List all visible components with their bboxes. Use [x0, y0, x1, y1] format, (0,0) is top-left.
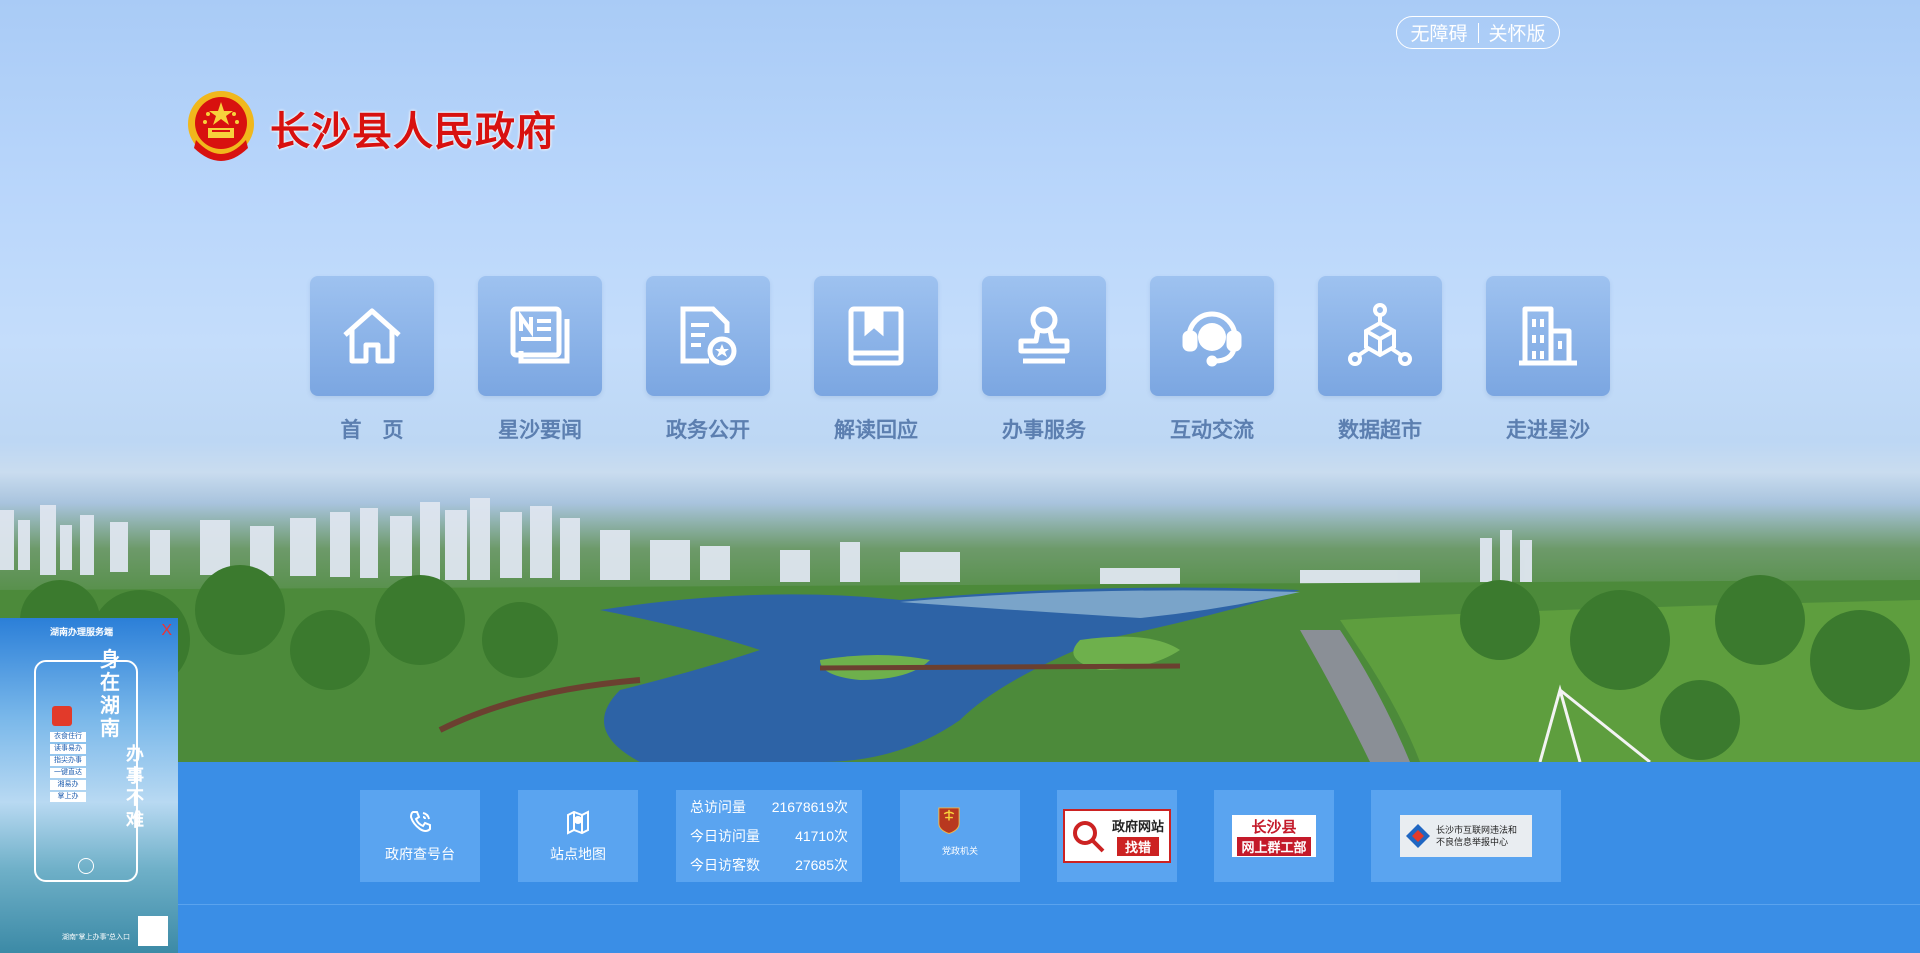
- nav-tile: [1150, 276, 1274, 396]
- error-report-line1: 政府网站: [1111, 819, 1164, 834]
- promo-header: 湖南办理服务端: [50, 627, 114, 637]
- hotline-link[interactable]: 政府查号台: [360, 790, 480, 882]
- sitemap-label: 站点地图: [550, 846, 606, 862]
- party-badge-label: 党政机关: [941, 846, 978, 856]
- nav-tile: [982, 276, 1106, 396]
- report-center-line1: 长沙市互联网违法和: [1436, 825, 1518, 835]
- map-pin-icon: [567, 810, 589, 835]
- sitemap-link[interactable]: 站点地图: [518, 790, 638, 882]
- magnifier-icon: [1073, 821, 1105, 853]
- error-report-banner: 政府网站 找错: [1063, 809, 1171, 863]
- error-report-link[interactable]: 政府网站 找错: [1057, 790, 1177, 882]
- report-center-banner: 长沙市互联网违法和 不良信息举报中心: [1400, 815, 1532, 857]
- nav-label: 政务公开: [666, 419, 750, 442]
- nav-label: 办事服务: [1002, 419, 1086, 442]
- nav-label: 走进星沙: [1506, 419, 1590, 442]
- phone-icon: [409, 811, 431, 832]
- nav-tile: [646, 276, 770, 396]
- nav-item-news[interactable]: 星沙要闻: [478, 276, 602, 444]
- nav-item-data-market[interactable]: 数据超市: [1318, 276, 1442, 444]
- main-navigation: 首 页 星沙要闻 政务公开 解读回应 办事服务 互动交流 数据超市 走进星沙: [310, 276, 1610, 444]
- visit-stats: 总访问量 21678619次 今日访问量 41710次 今日访客数 27685次: [676, 790, 862, 882]
- promo-service-item: 指尖办事: [50, 756, 86, 766]
- stat-label: 总访问量: [690, 798, 746, 815]
- phone-home-button-icon: [78, 858, 94, 874]
- stat-today-visitors: 今日访客数 27685次: [690, 851, 848, 880]
- promo-service-item: 掌上办: [50, 792, 86, 802]
- stat-today-visits: 今日访问量 41710次: [690, 822, 848, 851]
- footer-divider: [0, 904, 1920, 905]
- stat-total: 总访问量 21678619次: [690, 793, 848, 822]
- national-emblem-icon: [188, 91, 254, 161]
- party-gov-badge-link[interactable]: 党政机关: [900, 790, 1020, 882]
- promo-service-item: 湘易办: [50, 780, 86, 790]
- divider: [1477, 22, 1479, 43]
- accessibility-link[interactable]: 无障碍: [1410, 19, 1467, 46]
- hotline-label: 政府查号台: [385, 846, 455, 862]
- nav-label: 数据超市: [1338, 419, 1422, 442]
- footer: 政府查号台 站点地图 总访问量 21678619次 今日访问量 41710次 今…: [0, 762, 1920, 953]
- report-center-line2: 不良信息举报中心: [1436, 837, 1509, 847]
- promo-service-item: 读事易办: [50, 744, 86, 754]
- nav-tile: [1318, 276, 1442, 396]
- promo-service-item: 衣食住行: [50, 732, 86, 742]
- stat-label: 今日访客数: [690, 856, 760, 873]
- nav-item-gov-affairs[interactable]: 政务公开: [646, 276, 770, 444]
- county-union-line2: 网上群工部: [1237, 837, 1311, 856]
- county-union-banner: 长沙县 网上群工部: [1232, 815, 1316, 857]
- stat-value: 21678619次: [771, 798, 848, 815]
- error-report-line2: 找错: [1116, 837, 1159, 856]
- stat-value: 41710次: [795, 827, 848, 844]
- nav-item-interaction[interactable]: 互动交流: [1150, 276, 1274, 444]
- county-union-link[interactable]: 长沙县 网上群工部: [1214, 790, 1334, 882]
- promo-slogan-2: 办事不难: [126, 744, 144, 831]
- close-icon[interactable]: X: [161, 622, 172, 640]
- nav-item-services[interactable]: 办事服务: [982, 276, 1106, 444]
- newspaper-icon: [510, 306, 570, 364]
- stamp-icon: [1018, 306, 1070, 364]
- nav-item-interpretation[interactable]: 解读回应: [814, 276, 938, 444]
- county-union-line1: 长沙县: [1251, 819, 1297, 836]
- promo-footer-text: 湖南"掌上办事"总入口: [62, 934, 130, 941]
- document-badge-icon: [680, 306, 737, 366]
- report-center-link[interactable]: 长沙市互联网违法和 不良信息举报中心: [1371, 790, 1561, 882]
- nav-label: 首 页: [340, 419, 404, 442]
- nav-tile: [478, 276, 602, 396]
- top-utility-links: 无障碍 关怀版: [1396, 16, 1560, 49]
- book-icon: [848, 306, 904, 366]
- site-logo[interactable]: 长沙县人民政府: [186, 90, 557, 166]
- elder-mode-link[interactable]: 关怀版: [1489, 19, 1546, 46]
- nav-label: 解读回应: [834, 419, 918, 442]
- nav-tile: [814, 276, 938, 396]
- app-logo-icon: [52, 706, 72, 726]
- nav-tile: [1486, 276, 1610, 396]
- headset-icon: [1182, 311, 1242, 367]
- promo-services: 衣食住行 读事易办 指尖办事 一键直达 湘易办 掌上办: [50, 732, 86, 804]
- report-center-logo-icon: [1406, 824, 1430, 848]
- nav-tile: [310, 276, 434, 396]
- party-gov-badge: 党政机关: [935, 806, 985, 866]
- city-lake-banner: [0, 498, 1920, 762]
- nav-label: 星沙要闻: [498, 419, 582, 442]
- floating-promo-ad[interactable]: 湖南办理服务端 X 身在湖南 办事不难 衣食住行 读事易办 指尖办事 一键直达 …: [0, 618, 178, 953]
- party-badge-icon: [938, 807, 960, 835]
- nav-item-about-xingsha[interactable]: 走进星沙: [1486, 276, 1610, 444]
- promo-slogan-1: 身在湖南: [100, 647, 120, 740]
- stat-value: 27685次: [795, 856, 848, 873]
- nav-item-home[interactable]: 首 页: [310, 276, 434, 444]
- site-title: 长沙县人民政府: [270, 110, 557, 154]
- data-cube-icon: [1348, 303, 1412, 366]
- promo-service-item: 一键直达: [50, 768, 86, 778]
- home-icon: [343, 308, 401, 364]
- stat-label: 今日访问量: [690, 827, 760, 844]
- nav-label: 互动交流: [1170, 419, 1254, 442]
- qr-code-icon: [138, 916, 168, 946]
- building-icon: [1519, 306, 1577, 366]
